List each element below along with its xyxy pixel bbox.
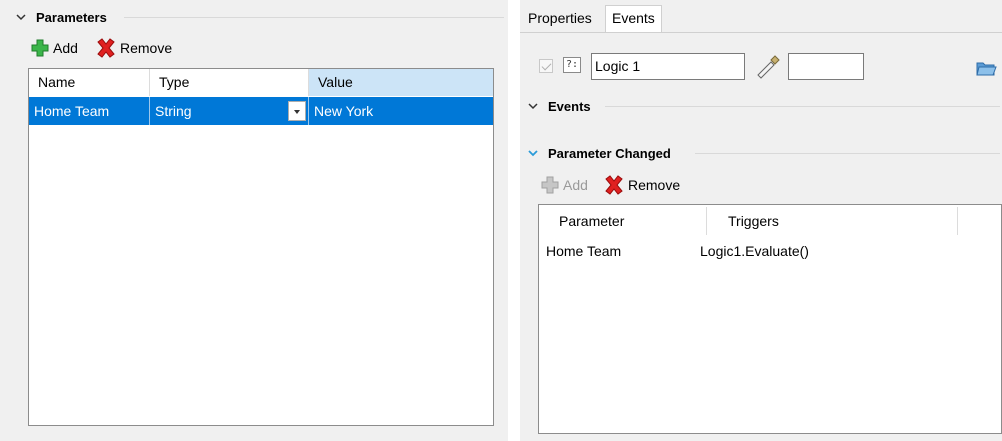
section-divider [124, 17, 504, 18]
table-header: Name Type Value [29, 69, 493, 96]
parameters-section-title: Parameters [36, 9, 107, 25]
remove-x-icon [605, 175, 623, 195]
table-row[interactable]: Home Team String New York [29, 97, 493, 125]
cell-type-value: String [155, 103, 192, 119]
folder-icon[interactable] [975, 58, 997, 78]
question-box-icon: ?: [563, 57, 581, 73]
column-header-triggers[interactable]: Triggers [728, 205, 779, 237]
cell-name[interactable]: Home Team [29, 97, 150, 125]
column-separator [957, 207, 958, 235]
remove-trigger-button[interactable]: Remove [603, 175, 680, 195]
remove-parameter-button[interactable]: Remove [95, 38, 172, 58]
chevron-down-icon[interactable] [14, 10, 28, 24]
column-header-type[interactable]: Type [150, 69, 309, 96]
type-dropdown-button[interactable] [288, 101, 306, 121]
parameters-panel: Parameters Add Remove Name Type Value Ho… [0, 0, 508, 441]
add-label: Add [53, 40, 78, 56]
add-trigger-button[interactable]: Add [540, 175, 588, 195]
parameter-changed-section-header[interactable]: Parameter Changed [526, 142, 671, 164]
parameters-section-header[interactable]: Parameters [14, 6, 107, 28]
add-plus-icon [31, 39, 49, 57]
logic-name-input[interactable]: Logic 1 [591, 53, 745, 80]
column-header-name[interactable]: Name [29, 69, 150, 96]
cell-parameter[interactable]: Home Team [546, 241, 621, 261]
eyedropper-icon[interactable] [754, 55, 782, 79]
chevron-down-icon[interactable] [526, 99, 540, 113]
tab-events[interactable]: Events [605, 5, 662, 33]
enabled-checkbox[interactable] [539, 59, 553, 73]
add-parameter-button[interactable]: Add [30, 38, 78, 58]
cell-trigger[interactable]: Logic1.Evaluate() [700, 241, 809, 261]
logic-properties-panel: Properties Events ?: Logic 1 Events Para… [520, 0, 1002, 441]
remove-x-icon [97, 38, 115, 58]
color-value-input[interactable] [788, 53, 864, 80]
tab-divider [520, 32, 1002, 33]
column-separator [706, 207, 707, 235]
remove-label: Remove [628, 177, 681, 193]
parameter-changed-title: Parameter Changed [548, 145, 671, 161]
section-divider [695, 153, 1000, 154]
add-plus-icon [541, 176, 559, 194]
parameters-table: Name Type Value Home Team String New Yor… [28, 68, 494, 426]
column-header-value[interactable]: Value [309, 69, 493, 96]
remove-label: Remove [120, 40, 173, 56]
events-section-title: Events [548, 98, 591, 114]
events-section-header[interactable]: Events [526, 95, 591, 117]
chevron-down-icon[interactable] [526, 146, 540, 160]
cell-value[interactable]: New York [309, 97, 493, 125]
triggers-table: Parameter Triggers Home Team Logic1.Eval… [538, 204, 1002, 434]
cell-type[interactable]: String [150, 97, 309, 125]
add-label: Add [563, 177, 588, 193]
column-header-parameter[interactable]: Parameter [559, 205, 624, 237]
tab-properties[interactable]: Properties [522, 6, 598, 32]
section-divider [605, 106, 1000, 107]
